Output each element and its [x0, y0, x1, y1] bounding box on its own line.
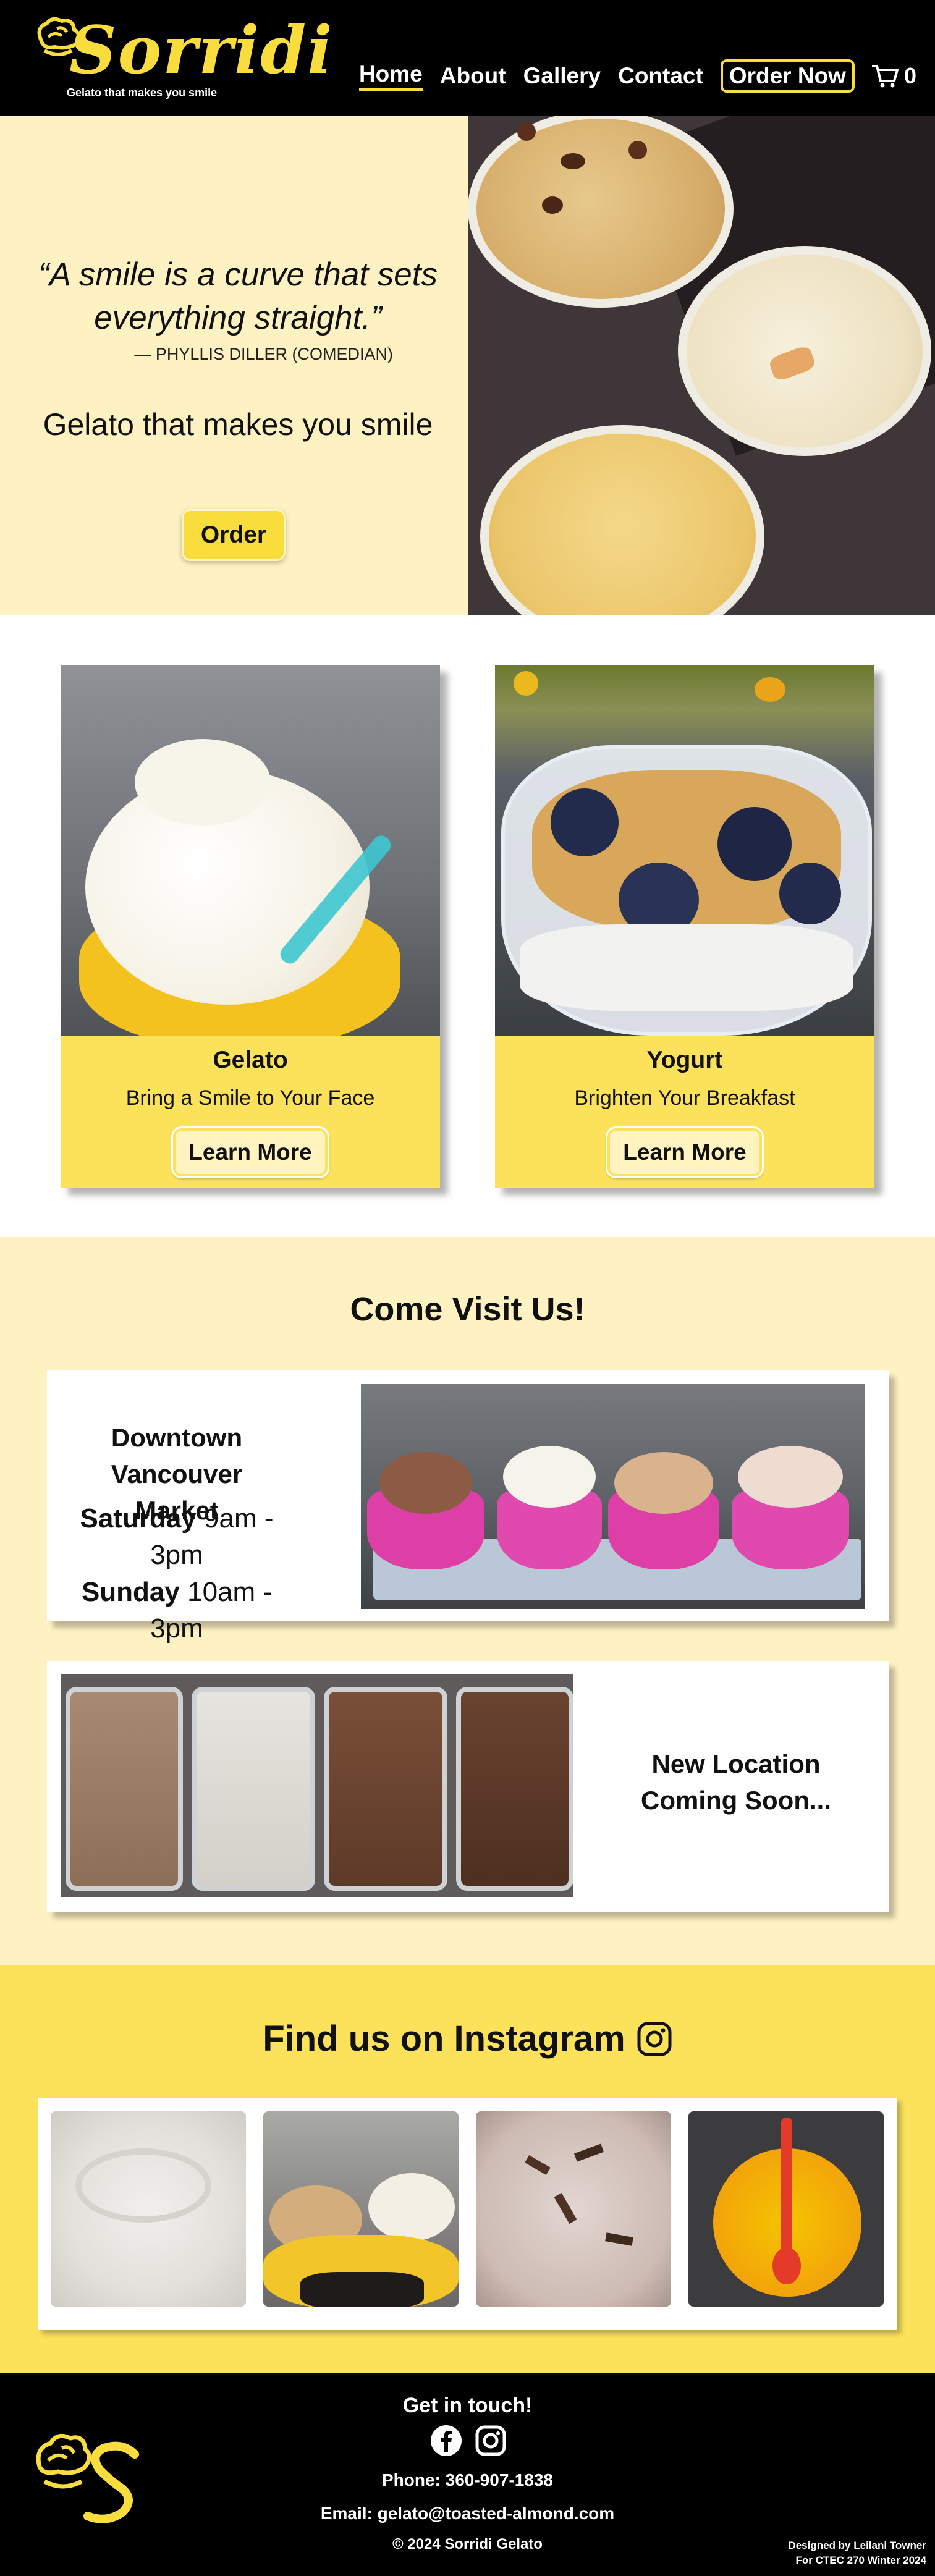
logo-wordmark: Sorridi: [69, 11, 334, 88]
product-title: Gelato: [213, 1047, 288, 1073]
hero-gelato-photo: [468, 116, 935, 615]
hero-order-button[interactable]: Order: [182, 509, 286, 561]
cart-count: 0: [903, 63, 916, 88]
hero-text-panel: “A smile is a curve that sets everything…: [0, 116, 468, 615]
location-name: New Location Coming Soon...: [641, 1749, 831, 1815]
footer-socials: [424, 2425, 513, 2460]
nav-contact[interactable]: Contact: [618, 63, 703, 89]
instagram-photo[interactable]: [476, 2111, 671, 2307]
visit-title: Come Visit Us!: [350, 1291, 585, 1328]
instagram-photo[interactable]: [263, 2111, 459, 2307]
gelato-case-photo: [61, 1674, 573, 1897]
product-card-yogurt: Yogurt Brighten Your Breakfast Learn Mor…: [495, 665, 874, 1188]
product-card-gelato: Gelato Bring a Smile to Your Face Learn …: [61, 665, 440, 1188]
product-subtitle: Bring a Smile to Your Face: [125, 1086, 375, 1110]
footer-credit: Designed by Leilani Towner For CTEC 270 …: [788, 2540, 926, 2566]
instagram-photo[interactable]: [51, 2111, 246, 2307]
quote-author: — PHYLLIS DILLER (COMEDIAN): [134, 345, 393, 363]
site-footer: Get in touch! Phone: 360-907-1838 Email:…: [0, 2373, 935, 2576]
instagram-title: Find us on Instagram: [0, 2018, 935, 2059]
main-nav: Home About Gallery Contact Order Now 0: [358, 59, 916, 93]
instagram-photo[interactable]: [688, 2111, 884, 2307]
instagram-gallery: [38, 2098, 897, 2330]
gelato-photo: [61, 665, 440, 1036]
hero-quote: “A smile is a curve that sets everything…: [38, 256, 438, 337]
site-header: Sorridi Gelato that makes you smile Home…: [0, 0, 935, 116]
market-gelato-photo: [361, 1384, 865, 1609]
nav-about[interactable]: About: [440, 63, 506, 89]
visit-section: Come Visit Us! Downtown Vancouver Market…: [0, 1237, 935, 1965]
yogurt-photo: [495, 665, 874, 1036]
instagram-icon[interactable]: [637, 2021, 672, 2057]
site-logo[interactable]: Sorridi Gelato that makes you smile: [30, 15, 332, 104]
instagram-icon[interactable]: [475, 2425, 507, 2460]
footer-title: Get in touch!: [402, 2394, 533, 2417]
logo-tagline: Gelato that makes you smile: [67, 87, 218, 99]
cart-icon: [871, 65, 899, 88]
location-hours: Saturday 9am - 3pm Sunday 10am - 3pm: [80, 1503, 274, 1644]
learn-more-yogurt-button[interactable]: Learn More: [606, 1126, 764, 1178]
order-now-button[interactable]: Order Now: [720, 59, 855, 93]
location-card-new: New Location Coming Soon...: [47, 1661, 889, 1912]
nav-home[interactable]: Home: [358, 61, 423, 91]
product-subtitle: Brighten Your Breakfast: [574, 1086, 795, 1110]
footer-phone[interactable]: Phone: 360-907-1838: [0, 2470, 935, 2490]
product-title: Yogurt: [646, 1047, 723, 1073]
learn-more-gelato-button[interactable]: Learn More: [171, 1126, 329, 1178]
facebook-icon[interactable]: [430, 2425, 462, 2460]
location-card-downtown: Downtown Vancouver Market Saturday 9am -…: [47, 1370, 889, 1644]
instagram-section: Find us on Instagram: [0, 1965, 935, 2373]
nav-gallery[interactable]: Gallery: [523, 63, 601, 89]
cart-button[interactable]: 0: [871, 63, 916, 89]
footer-email[interactable]: Email: gelato@toasted-almond.com: [0, 2504, 935, 2523]
hero-tagline: Gelato that makes you smile: [43, 407, 433, 442]
